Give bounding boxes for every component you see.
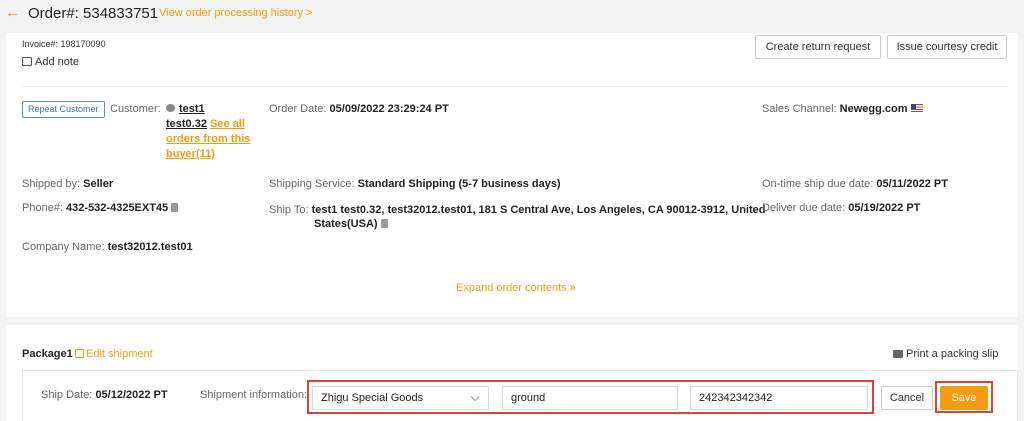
cancel-button[interactable]: Cancel <box>881 386 933 410</box>
deliver-due-value: 05/19/2022 PT <box>848 202 921 214</box>
invoice-number: Invoice#: 198170090 <box>22 39 106 49</box>
ship-to-line2-wrap: States(USA) <box>314 218 388 230</box>
expand-order-label: Expand order contents <box>456 282 567 294</box>
copy-icon[interactable] <box>171 203 179 212</box>
shipping-service-value: Standard Shipping (5-7 business days) <box>357 178 561 190</box>
customer-block: test1 test0.32 See all orders from this … <box>166 102 250 162</box>
see-all-orders-link-2[interactable]: orders from this <box>166 133 250 145</box>
company-name-label: Company Name: <box>22 241 105 253</box>
carrier-value: Zhigu Special Goods <box>321 392 424 404</box>
comment-icon <box>22 57 32 66</box>
sales-channel: Sales Channel: Newegg.com <box>762 103 923 115</box>
edit-shipment-label: Edit shipment <box>86 348 153 360</box>
edit-shipment-button[interactable]: Edit shipment <box>75 348 153 360</box>
shipped-by: Shipped by: Seller <box>22 178 113 190</box>
issue-credit-button[interactable]: Issue courtesy credit <box>887 35 1007 59</box>
customer-name-link-2[interactable]: test0.32 <box>166 118 207 130</box>
ship-to-line2: States(USA) <box>314 218 378 230</box>
ship-to-label: Ship To: <box>269 204 309 216</box>
see-all-orders-link[interactable]: See all <box>210 118 245 130</box>
ship-to-line1: test1 test0.32, test32012.test01, 181 S … <box>311 204 766 216</box>
print-packing-slip[interactable]: Print a packing slip <box>893 348 998 360</box>
printer-icon <box>893 350 903 358</box>
shipping-service-label: Shipping Service: <box>269 178 355 190</box>
service-input[interactable]: ground <box>502 386 678 410</box>
ontime-ship-due-label: On-time ship due date: <box>762 178 874 190</box>
customer-label: Customer: <box>110 103 161 115</box>
copy-icon[interactable] <box>380 219 388 228</box>
tracking-number-input[interactable]: 242342342342 <box>690 386 868 410</box>
add-note-label: Add note <box>35 56 80 68</box>
double-chevron-down-icon: » <box>569 282 576 294</box>
order-title: Order#: 534833751 <box>28 5 159 22</box>
deliver-due-label: Deliver due date: <box>762 202 846 214</box>
carrier-select[interactable]: Zhigu Special Goods <box>312 386 489 410</box>
ontime-ship-due: On-time ship due date: 05/11/2022 PT <box>762 178 948 190</box>
order-date-value: 05/09/2022 23:29:24 PT <box>329 103 449 115</box>
save-button[interactable]: Save <box>940 386 988 410</box>
package-title: Package1 <box>22 348 73 360</box>
edit-icon <box>75 349 84 358</box>
divider <box>22 86 1008 87</box>
order-history-link[interactable]: View order processing history > <box>159 7 313 19</box>
print-packing-slip-label: Print a packing slip <box>906 348 999 360</box>
chat-icon[interactable] <box>166 104 175 112</box>
phone-value: 432-532-4325EXT45 <box>66 202 169 214</box>
ship-to: Ship To: test1 test0.32, test32012.test0… <box>269 202 766 218</box>
add-note-button[interactable]: Add note <box>22 56 79 68</box>
see-all-orders-link-3[interactable]: buyer(11) <box>166 148 215 160</box>
phone: Phone#: 432-532-4325EXT45 <box>22 202 179 214</box>
shipping-service: Shipping Service: Standard Shipping (5-7… <box>269 178 561 190</box>
arrow-left-icon[interactable]: ← <box>5 5 20 20</box>
company-name: Company Name: test32012.test01 <box>22 241 193 253</box>
us-flag-icon <box>910 104 923 112</box>
customer-name-link[interactable]: test1 <box>179 103 205 115</box>
deliver-due: Deliver due date: 05/19/2022 PT <box>762 202 920 214</box>
company-name-value: test32012.test01 <box>107 241 193 253</box>
create-return-button[interactable]: Create return request <box>755 35 881 59</box>
sales-channel-label: Sales Channel: <box>762 103 837 115</box>
phone-label: Phone#: <box>22 202 63 214</box>
order-details-card <box>6 33 1018 317</box>
ship-date-value: 05/12/2022 PT <box>95 389 168 401</box>
expand-order-contents[interactable]: Expand order contents » <box>456 282 576 294</box>
shipment-info-label: Shipment information: <box>200 389 307 401</box>
ship-date: Ship Date: 05/12/2022 PT <box>41 389 168 401</box>
chevron-down-icon <box>470 392 480 402</box>
ship-date-label: Ship Date: <box>41 389 93 401</box>
ontime-ship-due-value: 05/11/2022 PT <box>876 178 948 190</box>
shipped-by-label: Shipped by: <box>22 178 81 190</box>
repeat-customer-badge: Repeat Customer <box>22 101 105 118</box>
order-date: Order Date: 05/09/2022 23:29:24 PT <box>269 103 449 115</box>
shipped-by-value: Seller <box>83 178 114 190</box>
order-date-label: Order Date: <box>269 103 327 115</box>
sales-channel-value: Newegg.com <box>839 103 908 115</box>
